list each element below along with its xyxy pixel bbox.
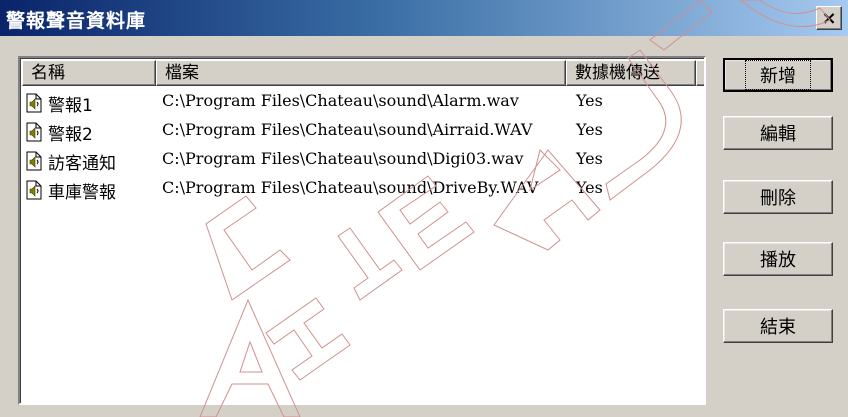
list-item[interactable]: 車庫警報 C:\Program Files\Chateau\sound\Driv… xyxy=(22,175,704,204)
title-bar: 警報聲音資料庫 × xyxy=(0,0,848,36)
close-button-label: 結束 xyxy=(760,317,796,338)
list-item[interactable]: 警報1 C:\Program Files\Chateau\sound\Alarm… xyxy=(22,88,704,117)
modem-send-value: Yes xyxy=(576,178,603,197)
sound-file-icon xyxy=(26,122,42,142)
column-header-name[interactable]: 名稱 xyxy=(22,60,156,86)
sound-name: 警報1 xyxy=(48,96,93,116)
modem-send-value: Yes xyxy=(576,91,603,110)
sound-file-path: C:\Program Files\Chateau\sound\Digi03.wa… xyxy=(162,149,524,168)
column-header-filler xyxy=(696,60,704,86)
column-header-file[interactable]: 檔案 xyxy=(156,60,566,86)
sound-name: 警報2 xyxy=(48,125,93,145)
sound-file-path: C:\Program Files\Chateau\sound\Alarm.wav xyxy=(162,91,519,110)
list-item[interactable]: 訪客通知 C:\Program Files\Chateau\sound\Digi… xyxy=(22,146,704,175)
sound-name: 訪客通知 xyxy=(48,154,116,174)
sound-file-icon xyxy=(26,93,42,113)
sound-database-dialog: 警報聲音資料庫 × 名稱 檔案 數據機傳送 警報1 C:\Program Fil… xyxy=(0,0,848,417)
play-button-label: 播放 xyxy=(760,250,796,271)
delete-button-label: 刪除 xyxy=(760,188,796,209)
close-button[interactable]: 結束 xyxy=(723,309,833,343)
delete-button[interactable]: 刪除 xyxy=(723,180,833,214)
sound-file-icon xyxy=(26,180,42,200)
add-button[interactable]: 新增 xyxy=(723,58,833,92)
close-icon: × xyxy=(821,7,837,29)
close-window-button[interactable]: × xyxy=(816,6,842,30)
sound-list[interactable]: 名稱 檔案 數據機傳送 警報1 C:\Program Files\Chateau… xyxy=(18,56,706,405)
sound-file-path: C:\Program Files\Chateau\sound\DriveBy.W… xyxy=(162,178,539,197)
sound-name: 車庫警報 xyxy=(48,183,116,203)
list-header: 名稱 檔案 數據機傳送 xyxy=(22,60,704,86)
modem-send-value: Yes xyxy=(576,149,603,168)
list-item[interactable]: 警報2 C:\Program Files\Chateau\sound\Airra… xyxy=(22,117,704,146)
sound-file-icon xyxy=(26,151,42,171)
edit-button-label: 編輯 xyxy=(760,124,796,145)
column-header-modem-send[interactable]: 數據機傳送 xyxy=(566,60,696,86)
play-button[interactable]: 播放 xyxy=(723,242,833,276)
sound-file-path: C:\Program Files\Chateau\sound\Airraid.W… xyxy=(162,120,533,139)
modem-send-value: Yes xyxy=(576,120,603,139)
edit-button[interactable]: 編輯 xyxy=(723,116,833,150)
add-button-label: 新增 xyxy=(745,60,811,90)
window-title: 警報聲音資料庫 xyxy=(6,10,147,32)
